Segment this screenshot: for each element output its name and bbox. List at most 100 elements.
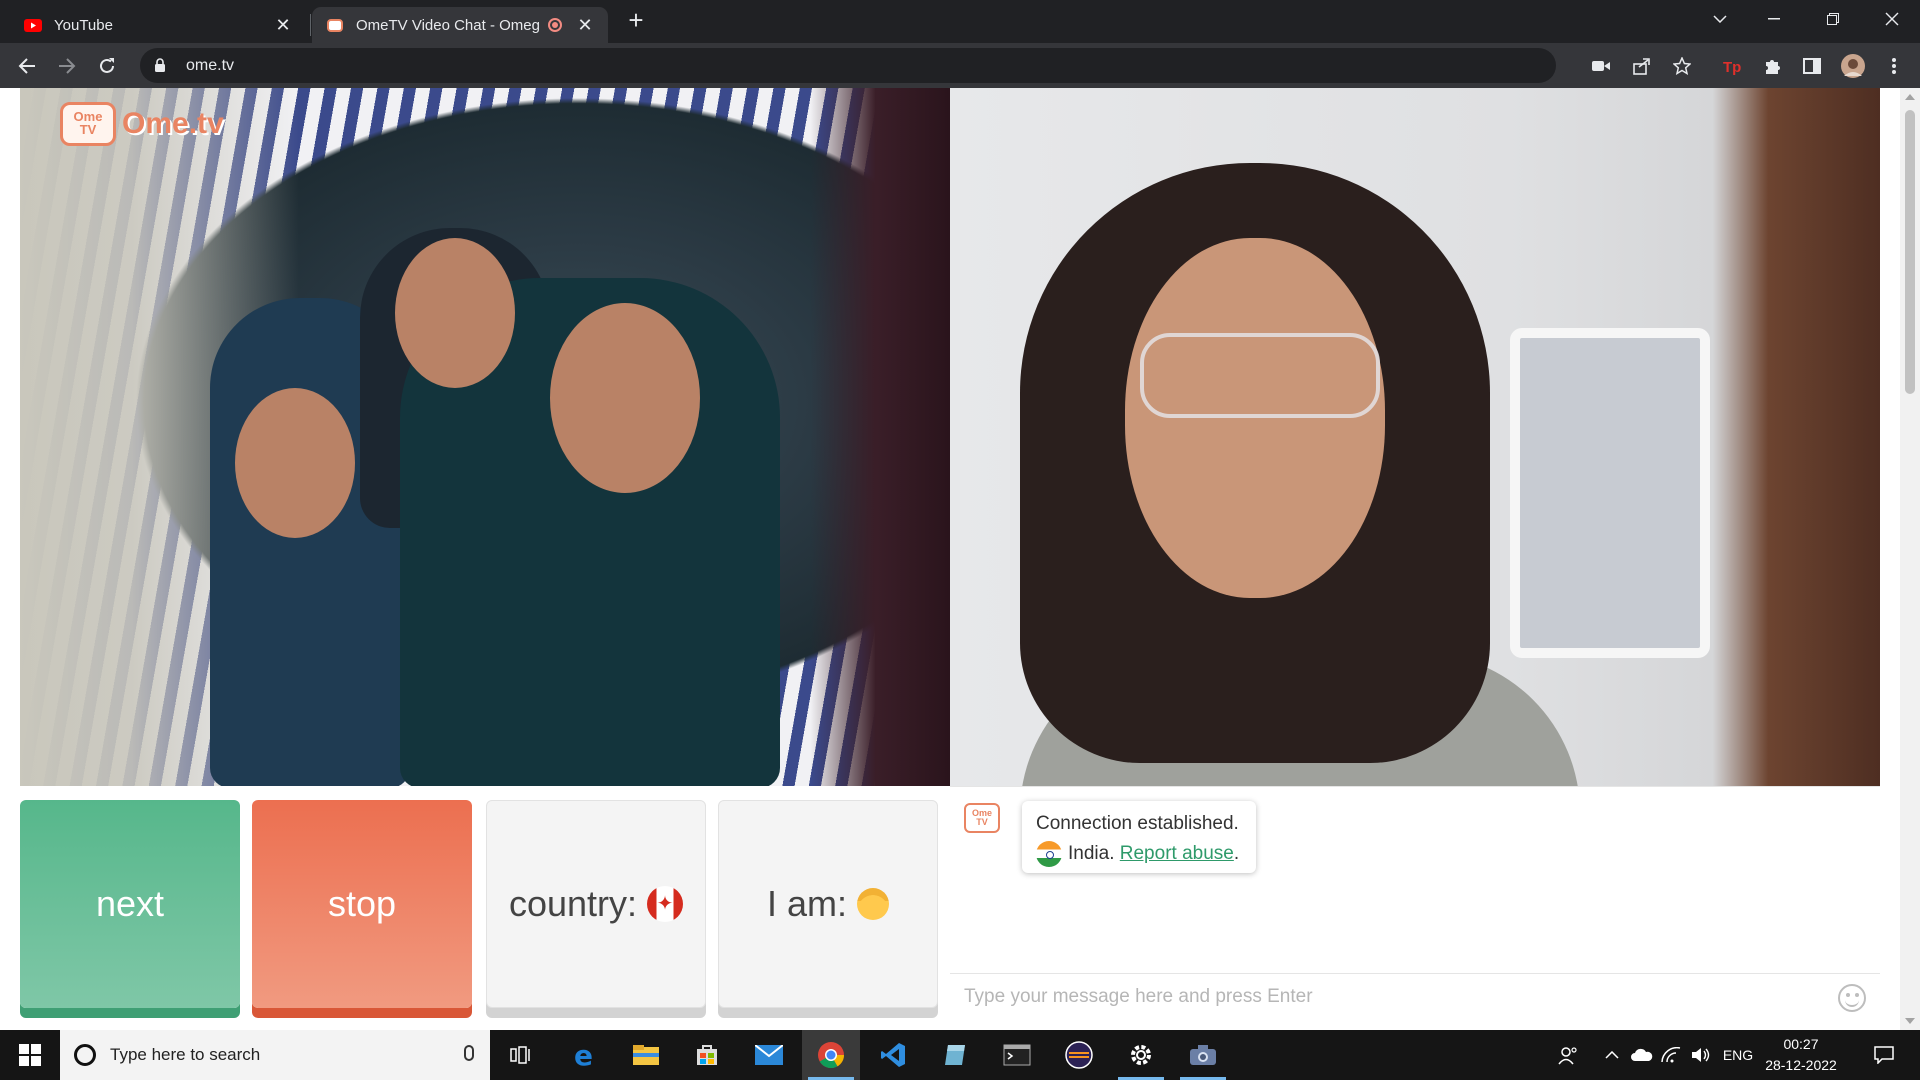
side-panel-icon[interactable] [1797, 51, 1827, 81]
url-text: ome.tv [186, 56, 235, 74]
share-icon[interactable] [1627, 51, 1657, 81]
country-selector[interactable]: country: [486, 800, 706, 1008]
message-input[interactable] [964, 985, 1824, 1008]
back-icon[interactable] [12, 51, 42, 81]
window-close-icon[interactable] [1872, 0, 1912, 38]
chrome-icon[interactable] [802, 1030, 860, 1080]
bookmark-star-icon[interactable] [1667, 51, 1697, 81]
logo-text: Ome.tv [122, 107, 224, 140]
next-button[interactable]: next [20, 800, 240, 1008]
eclipse-icon[interactable] [1050, 1030, 1108, 1080]
extension-tp-icon[interactable]: Tp [1717, 51, 1747, 81]
lock-icon [154, 58, 174, 73]
tab-title: OmeTV Video Chat - Omegle [356, 16, 540, 34]
self-video [950, 88, 1880, 786]
emoji-icon[interactable] [1838, 984, 1866, 1012]
video-face [235, 388, 355, 538]
ometv-logo-badge: Ome TV [60, 102, 116, 146]
search-placeholder: Type here to search [110, 1045, 261, 1064]
extensions-puzzle-icon[interactable] [1757, 51, 1787, 81]
microphone-icon[interactable] [464, 1045, 474, 1061]
ometv-page: Ome TV Ome.tv next stop country: I am: O… [0, 88, 1920, 1030]
file-explorer-icon[interactable] [617, 1030, 675, 1080]
svg-text:Tp: Tp [1723, 59, 1741, 75]
camera-in-use-icon[interactable] [1586, 51, 1616, 81]
app-icon[interactable] [926, 1030, 984, 1080]
task-view-icon[interactable] [492, 1030, 550, 1080]
close-tab-icon[interactable]: ✕ [576, 15, 594, 36]
forward-icon[interactable] [52, 51, 82, 81]
notifications-icon[interactable] [1864, 1030, 1904, 1080]
gender-selector[interactable]: I am: [718, 800, 938, 1008]
iam-label: I am: [766, 883, 847, 924]
tab-title: YouTube [54, 16, 113, 34]
page-scrollbar[interactable] [1900, 88, 1920, 1030]
profile-avatar[interactable] [1838, 51, 1868, 81]
address-bar[interactable]: ome.tv [140, 48, 1556, 83]
system-message: Connection established. India. Report ab… [1022, 801, 1256, 873]
tab-search-icon[interactable] [1700, 0, 1740, 38]
ometv-icon [326, 16, 344, 34]
system-clock[interactable]: 00:27 28-12-2022 [1756, 1034, 1846, 1076]
windows-logo-icon [19, 1044, 41, 1066]
india-flag-icon [1036, 840, 1062, 867]
scroll-down-icon[interactable] [1905, 1018, 1915, 1024]
taskbar-search[interactable]: Type here to search [60, 1030, 490, 1080]
camera-app-icon[interactable] [1174, 1030, 1232, 1080]
clock-date: 28-12-2022 [1765, 1057, 1837, 1073]
logo-badge-line: TV [79, 122, 97, 137]
mail-icon[interactable] [740, 1030, 798, 1080]
report-abuse-link[interactable]: Report abuse [1120, 843, 1234, 864]
ometv-logo[interactable]: Ome TV Ome.tv [60, 102, 224, 146]
close-tab-icon[interactable]: ✕ [274, 15, 292, 36]
minimize-icon[interactable] [1754, 0, 1794, 38]
microsoft-store-icon[interactable] [678, 1030, 736, 1080]
reload-icon[interactable] [92, 51, 122, 81]
male-emoji-icon [857, 888, 889, 920]
stop-button[interactable]: stop [252, 800, 472, 1008]
tab-youtube[interactable]: YouTube ✕ [10, 7, 306, 43]
message-box [950, 973, 1880, 1019]
partner-video: Ome TV Ome.tv [20, 88, 950, 786]
browser-toolbar: ome.tv Tp [0, 43, 1920, 88]
video-glasses [1140, 333, 1380, 418]
video-background-object [1510, 328, 1710, 658]
wifi-icon[interactable] [1658, 1030, 1684, 1080]
settings-gear-icon[interactable] [1112, 1030, 1170, 1080]
volume-icon[interactable] [1688, 1030, 1714, 1080]
vscode-icon[interactable] [864, 1030, 922, 1080]
clock-time: 00:27 [1783, 1036, 1819, 1052]
partner-country: India. [1068, 843, 1115, 864]
video-face [395, 238, 515, 388]
show-hidden-icons-icon[interactable] [1600, 1030, 1624, 1080]
browser-tab-strip: YouTube ✕ OmeTV Video Chat - Omegle ✕ + [0, 0, 1920, 43]
edge-icon[interactable]: e [556, 1030, 614, 1080]
browser-menu-icon[interactable] [1879, 51, 1909, 81]
scroll-up-icon[interactable] [1905, 94, 1915, 100]
video-face [1125, 238, 1385, 598]
people-icon[interactable] [1553, 1030, 1583, 1080]
canada-flag-icon [647, 886, 684, 922]
language-indicator[interactable]: ENG [1718, 1030, 1758, 1080]
country-label: country: [508, 883, 638, 924]
terminal-icon[interactable] [988, 1030, 1046, 1080]
report-suffix: . [1233, 843, 1240, 864]
video-face [550, 303, 700, 493]
connection-status-text: Connection established. [1036, 813, 1239, 834]
youtube-icon [24, 16, 42, 34]
tab-ometv[interactable]: OmeTV Video Chat - Omegle ✕ [312, 7, 608, 43]
new-tab-button[interactable]: + [622, 6, 650, 34]
onedrive-icon[interactable] [1628, 1030, 1656, 1080]
svg-text:e: e [574, 1042, 593, 1068]
scrollbar-thumb[interactable] [1905, 110, 1915, 394]
cortana-icon [74, 1044, 96, 1066]
windows-taskbar: Type here to search e ENG 00:27 28-12-20… [0, 1030, 1920, 1080]
recording-icon [548, 18, 562, 32]
start-button[interactable] [0, 1030, 60, 1080]
restore-icon[interactable] [1813, 0, 1853, 38]
ometv-avatar-icon: Ome TV [964, 803, 1000, 833]
partner-country-line: India. Report abuse. [1036, 839, 1242, 869]
tab-separator [310, 14, 311, 36]
logo-badge-line: TV [976, 817, 988, 827]
chat-panel: Ome TV Connection established. India. Re… [950, 786, 1880, 1018]
